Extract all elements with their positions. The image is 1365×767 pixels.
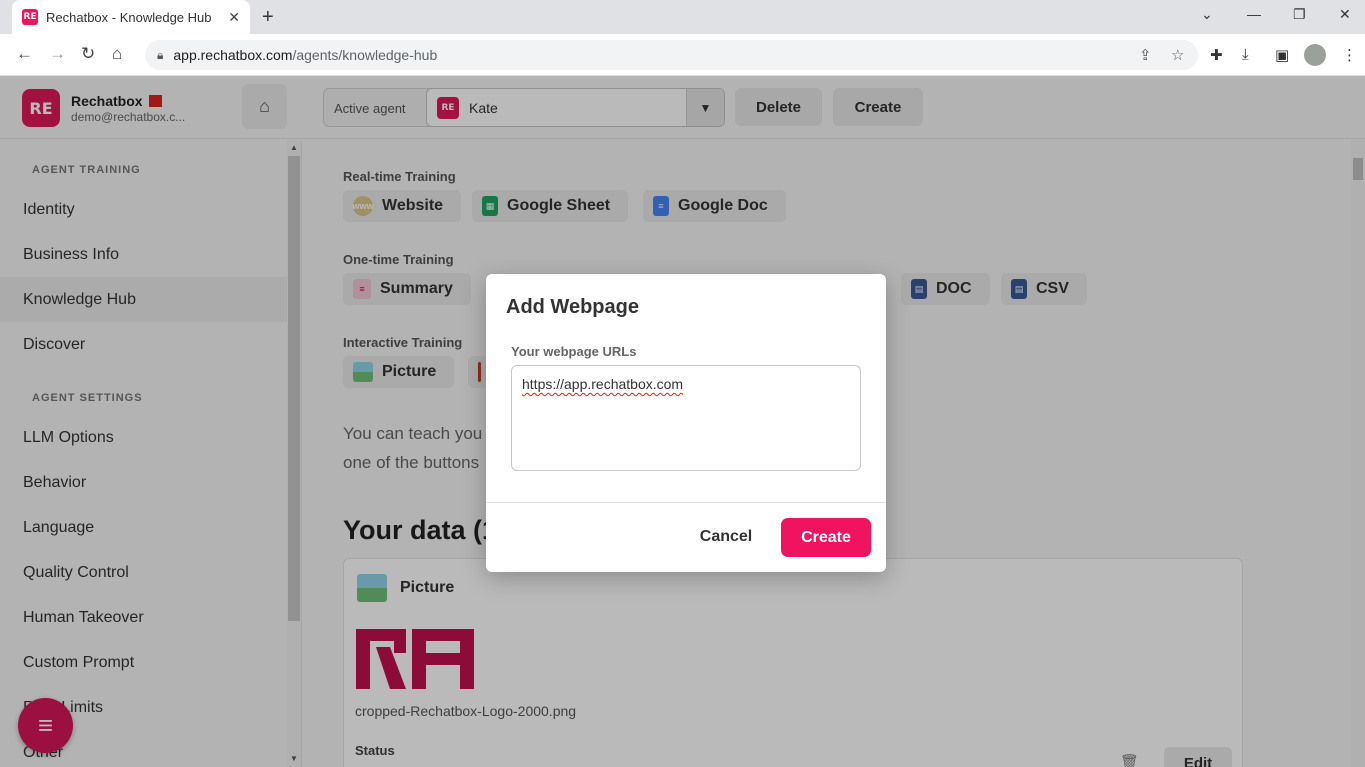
extensions-icon[interactable]: ✚ <box>1210 46 1223 64</box>
create-webpage-button[interactable]: Create <box>781 518 871 557</box>
minimize-icon[interactable]: — <box>1247 6 1261 22</box>
modal-title: Add Webpage <box>506 296 639 318</box>
browser-tab-bar: RE Rechatbox - Knowledge Hub ✕ + ⌄ — ❐ ✕ <box>0 0 1365 34</box>
browser-menu-icon[interactable]: ⋮ <box>1342 46 1357 64</box>
webpage-urls-label: Your webpage URLs <box>511 344 637 359</box>
url-host: app.rechatbox.com <box>173 47 293 63</box>
close-tab-icon[interactable]: ✕ <box>228 9 240 26</box>
back-icon[interactable]: ← <box>16 44 33 64</box>
new-tab-icon[interactable]: + <box>262 6 274 29</box>
lock-icon: 🔒︎ <box>157 47 164 62</box>
browser-tab[interactable]: RE Rechatbox - Knowledge Hub ✕ <box>12 0 250 34</box>
download-icon[interactable]: ⤓ <box>1242 46 1249 63</box>
modal-divider <box>486 502 886 503</box>
forward-icon[interactable]: → <box>49 44 66 64</box>
profile-avatar[interactable] <box>1304 44 1326 66</box>
cancel-button[interactable]: Cancel <box>686 518 766 556</box>
restore-icon[interactable]: ❐ <box>1293 6 1306 23</box>
browser-tab-title: Rechatbox - Knowledge Hub <box>46 9 212 25</box>
webpage-urls-input[interactable]: https://app.rechatbox.com <box>511 365 861 471</box>
browser-toolbar: ← → ↻ ⌂ 🔒︎ app.rechatbox.com/agents/know… <box>0 34 1365 76</box>
url-path: /agents/knowledge-hub <box>292 47 438 63</box>
address-bar[interactable]: 🔒︎ app.rechatbox.com/agents/knowledge-hu… <box>145 40 1198 70</box>
add-webpage-modal: Add Webpage Your webpage URLs https://ap… <box>486 274 886 572</box>
share-icon[interactable]: ⇪ <box>1139 46 1152 64</box>
close-window-icon[interactable]: ✕ <box>1339 6 1351 23</box>
reload-icon[interactable]: ↻ <box>81 44 95 64</box>
home-browser-icon[interactable]: ⌂ <box>112 44 122 64</box>
bookmark-star-icon[interactable]: ☆ <box>1171 46 1184 64</box>
side-panel-icon[interactable]: ▣ <box>1275 46 1289 64</box>
tab-search-icon[interactable]: ⌄ <box>1201 6 1213 23</box>
rechatbox-favicon-icon: RE <box>22 9 38 25</box>
